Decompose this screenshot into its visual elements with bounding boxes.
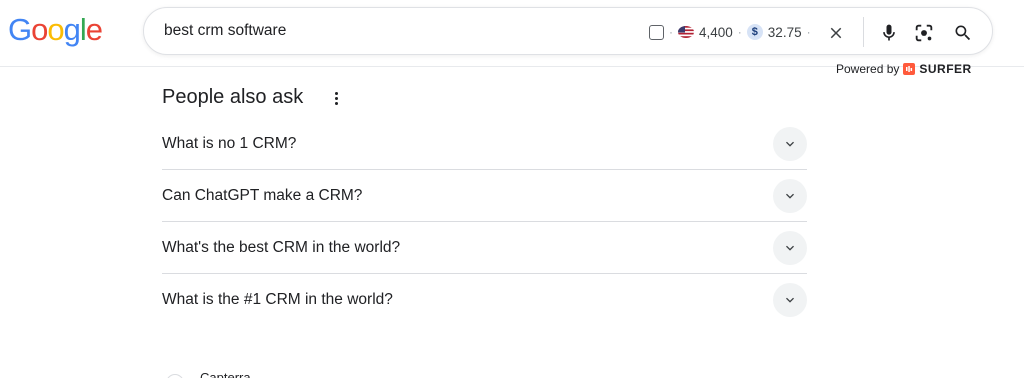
logo-letter: g: [63, 12, 81, 47]
keyword-checkbox[interactable]: [649, 24, 664, 40]
microphone-icon: [883, 24, 895, 41]
chevron-down-icon: [786, 193, 794, 199]
separator: ·: [806, 25, 811, 39]
separator: ·: [737, 25, 742, 39]
paa-question-text: What is no 1 CRM?: [162, 135, 297, 152]
search-box[interactable]: best crm software · 4,400 · $ 32.75 ·: [143, 7, 993, 55]
image-search-button[interactable]: [911, 20, 937, 46]
paa-question[interactable]: What is no 1 CRM?: [162, 118, 807, 170]
search-button[interactable]: [950, 20, 976, 46]
paa-question[interactable]: What is the #1 CRM in the world?: [162, 274, 807, 326]
lens-icon: [915, 24, 933, 42]
paa-question[interactable]: Can ChatGPT make a CRM?: [162, 170, 807, 222]
paa-list: What is no 1 CRM? Can ChatGPT make a CRM…: [162, 118, 807, 326]
result-site-name[interactable]: Capterra: [200, 370, 251, 378]
paa-heading: People also ask: [162, 86, 304, 108]
expand-button[interactable]: [773, 231, 807, 265]
search-volume: 4,400: [699, 24, 733, 40]
surfer-logo-icon: [903, 63, 916, 75]
site-favicon[interactable]: [166, 374, 184, 378]
logo-letter: G: [8, 12, 32, 47]
chevron-down-icon: [786, 297, 794, 303]
cpc-value: 32.75: [767, 24, 802, 40]
close-icon: [830, 27, 842, 39]
expand-button[interactable]: [773, 127, 807, 161]
chevron-down-icon: [786, 245, 794, 251]
search-divider: [863, 17, 864, 47]
expand-button[interactable]: [773, 179, 807, 213]
paa-question-text: Can ChatGPT make a CRM?: [162, 187, 363, 204]
paa-question-text: What is the #1 CRM in the world?: [162, 291, 393, 308]
dollar-icon: $: [746, 24, 763, 40]
more-options-icon[interactable]: [330, 88, 342, 108]
us-flag-icon: [678, 26, 694, 38]
google-logo[interactable]: Google: [8, 12, 103, 48]
powered-by-surfer[interactable]: Powered by SURFER: [836, 62, 972, 76]
surfer-brand: SURFER: [919, 62, 972, 76]
search-icon: [955, 25, 971, 41]
search-input[interactable]: best crm software: [164, 22, 286, 40]
chevron-down-icon: [786, 141, 794, 147]
powered-by-label: Powered by: [836, 62, 900, 76]
keyword-metrics: · 4,400 · $ 32.75 ·: [649, 21, 811, 43]
expand-button[interactable]: [773, 283, 807, 317]
separator: ·: [669, 25, 673, 39]
clear-button[interactable]: [823, 20, 849, 46]
voice-search-button[interactable]: [876, 20, 902, 46]
logo-letter: o: [31, 12, 48, 47]
logo-letter: e: [85, 12, 103, 47]
paa-question[interactable]: What's the best CRM in the world?: [162, 222, 807, 274]
logo-letter: o: [47, 12, 64, 47]
paa-question-text: What's the best CRM in the world?: [162, 239, 401, 256]
